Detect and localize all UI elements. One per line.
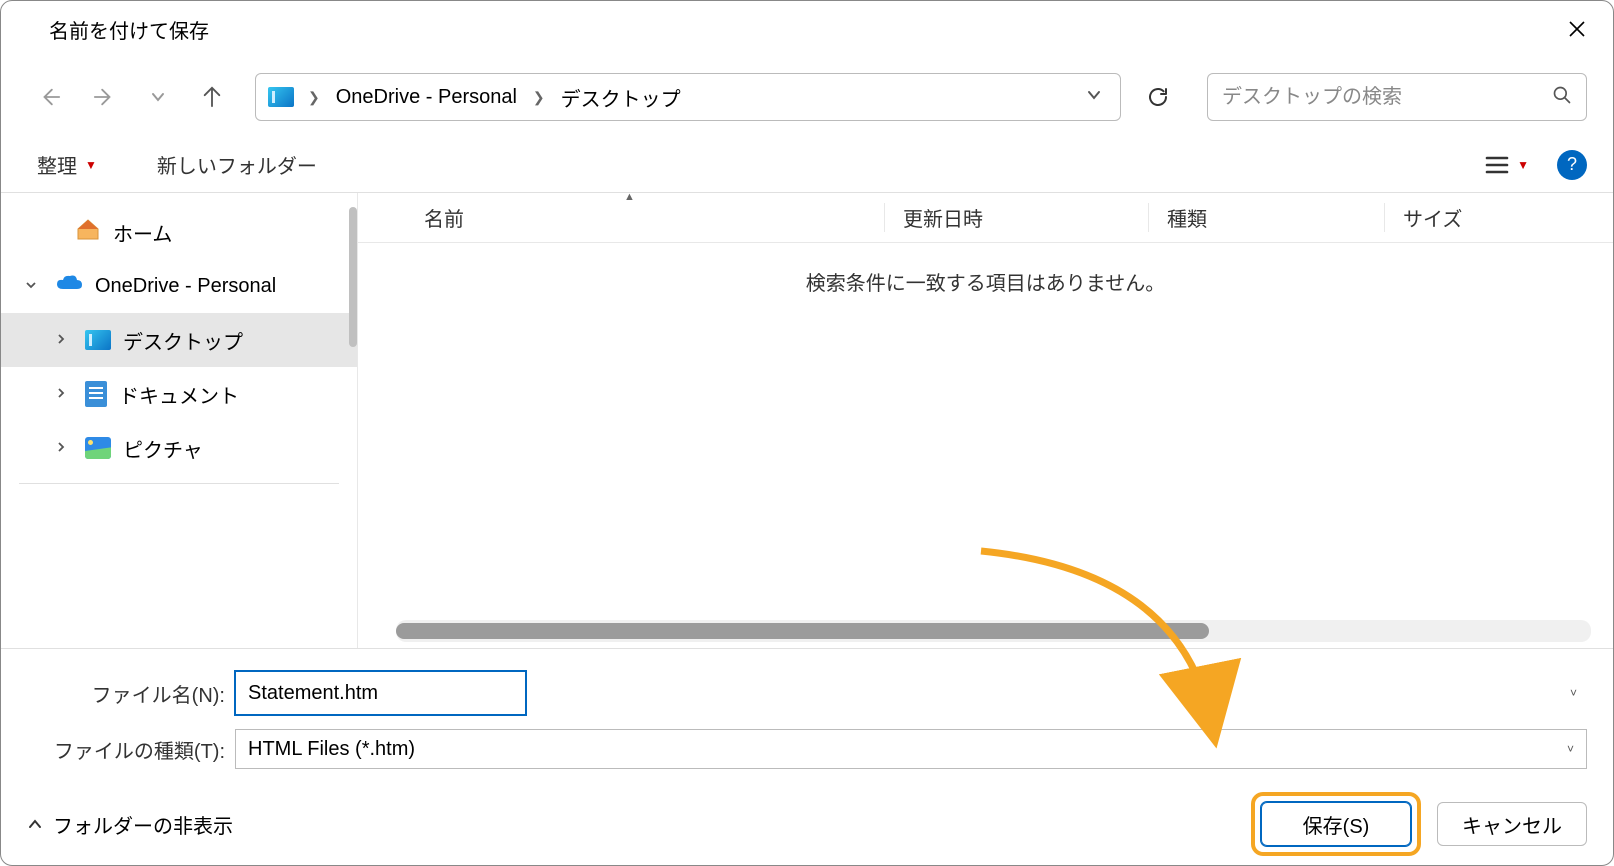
filetype-label: ファイルの種類(T): — [27, 735, 235, 764]
chevron-right-icon: ❯ — [529, 89, 549, 106]
column-headers: ▲ 名前 更新日時 種類 サイズ — [358, 193, 1613, 243]
arrow-left-icon — [39, 86, 61, 108]
sidebar-item-label: ピクチャ — [123, 434, 203, 463]
filename-row: ファイル名(N): ˅ — [27, 671, 1587, 715]
body: ホーム OneDrive - Personal デスクトップ ドキュメント ピク — [1, 193, 1613, 648]
recent-locations-button[interactable] — [135, 74, 181, 120]
breadcrumb-onedrive[interactable]: OneDrive - Personal — [334, 82, 519, 113]
up-button[interactable] — [189, 74, 235, 120]
horizontal-scrollbar[interactable] — [396, 620, 1591, 642]
arrow-up-icon — [201, 86, 223, 108]
filetype-row: ファイルの種類(T): HTML Files (*.htm) ˅ — [27, 729, 1587, 769]
sidebar-item-label: ホーム — [113, 218, 172, 247]
save-button[interactable]: 保存(S) — [1261, 802, 1411, 846]
onedrive-cloud-icon — [55, 273, 83, 299]
back-button[interactable] — [27, 74, 73, 120]
close-icon — [1568, 20, 1586, 38]
sidebar-item-home[interactable]: ホーム — [1, 205, 357, 259]
pictures-icon — [85, 437, 111, 459]
sort-ascending-icon: ▲ — [624, 191, 635, 203]
location-folder-icon — [268, 87, 294, 107]
organize-menu[interactable]: 整理▼ — [27, 144, 107, 185]
forward-button[interactable] — [81, 74, 127, 120]
sidebar-item-label: OneDrive - Personal — [95, 275, 276, 298]
sidebar-item-label: デスクトップ — [123, 326, 243, 355]
search-icon[interactable] — [1552, 85, 1572, 110]
chevron-right-icon[interactable] — [55, 387, 73, 402]
help-button[interactable]: ? — [1557, 150, 1587, 180]
refresh-icon — [1146, 85, 1170, 109]
filetype-select[interactable]: HTML Files (*.htm) ˅ — [235, 729, 1587, 769]
empty-list-message: 検索条件に一致する項目はありません。 — [358, 243, 1613, 320]
dialog-title: 名前を付けて保存 — [49, 15, 209, 44]
search-box[interactable] — [1207, 73, 1587, 121]
filename-label: ファイル名(N): — [27, 679, 235, 708]
column-header-type[interactable]: 種類 — [1148, 203, 1384, 232]
sidebar-separator — [19, 483, 339, 484]
chevron-up-icon — [27, 816, 43, 832]
save-as-dialog: 名前を付けて保存 ❯ OneDrive - Personal ❯ デスクトップ … — [0, 0, 1614, 866]
sidebar-scrollbar[interactable] — [349, 207, 357, 347]
hide-folders-toggle[interactable]: フォルダーの非表示 — [27, 810, 233, 839]
chevron-right-icon[interactable] — [55, 333, 73, 348]
caret-down-icon: ▼ — [1517, 158, 1529, 172]
dialog-footer: フォルダーの非表示 保存(S) キャンセル — [1, 793, 1613, 865]
cancel-button[interactable]: キャンセル — [1437, 802, 1587, 846]
chevron-down-icon — [150, 89, 166, 105]
chevron-down-icon: ˅ — [1567, 742, 1574, 756]
scrollbar-thumb[interactable] — [396, 623, 1209, 639]
sidebar-item-pictures[interactable]: ピクチャ — [1, 421, 357, 475]
column-header-date[interactable]: 更新日時 — [884, 203, 1148, 232]
titlebar: 名前を付けて保存 — [1, 1, 1613, 57]
breadcrumb-desktop[interactable]: デスクトップ — [559, 79, 683, 116]
save-fields-panel: ファイル名(N): ˅ ファイルの種類(T): HTML Files (*.ht… — [1, 648, 1613, 793]
help-icon: ? — [1567, 154, 1577, 175]
column-header-name[interactable]: ▲ 名前 — [414, 203, 884, 232]
filename-input[interactable] — [235, 671, 526, 715]
sidebar-item-documents[interactable]: ドキュメント — [1, 367, 357, 421]
refresh-button[interactable] — [1135, 74, 1181, 120]
save-button-annotation-highlight: 保存(S) — [1251, 792, 1421, 856]
column-header-size[interactable]: サイズ — [1384, 203, 1613, 232]
address-bar[interactable]: ❯ OneDrive - Personal ❯ デスクトップ — [255, 73, 1121, 121]
sidebar-item-onedrive[interactable]: OneDrive - Personal — [1, 259, 357, 313]
arrow-right-icon — [93, 86, 115, 108]
caret-down-icon: ▼ — [85, 158, 97, 172]
sidebar-item-label: ドキュメント — [119, 380, 239, 409]
navigation-pane: ホーム OneDrive - Personal デスクトップ ドキュメント ピク — [1, 193, 357, 648]
chevron-down-icon: ˅ — [1570, 686, 1577, 700]
file-list-area: ▲ 名前 更新日時 種類 サイズ 検索条件に一致する項目はありません。 — [357, 193, 1613, 648]
navigation-row: ❯ OneDrive - Personal ❯ デスクトップ — [1, 57, 1613, 137]
new-folder-button[interactable]: 新しいフォルダー — [147, 144, 327, 185]
chevron-right-icon: ❯ — [304, 89, 324, 106]
home-icon — [75, 217, 101, 247]
address-history-button[interactable] — [1080, 81, 1108, 114]
toolbar: 整理▼ 新しいフォルダー ▼ ? — [1, 137, 1613, 193]
chevron-down-icon[interactable] — [25, 279, 43, 294]
sidebar-item-desktop[interactable]: デスクトップ — [1, 313, 357, 367]
list-view-icon — [1485, 155, 1509, 175]
view-options-button[interactable]: ▼ — [1475, 149, 1539, 181]
close-button[interactable] — [1553, 5, 1601, 53]
documents-icon — [85, 381, 107, 407]
search-input[interactable] — [1222, 86, 1552, 109]
desktop-folder-icon — [85, 330, 111, 350]
chevron-down-icon — [1086, 87, 1102, 103]
chevron-right-icon[interactable] — [55, 441, 73, 456]
